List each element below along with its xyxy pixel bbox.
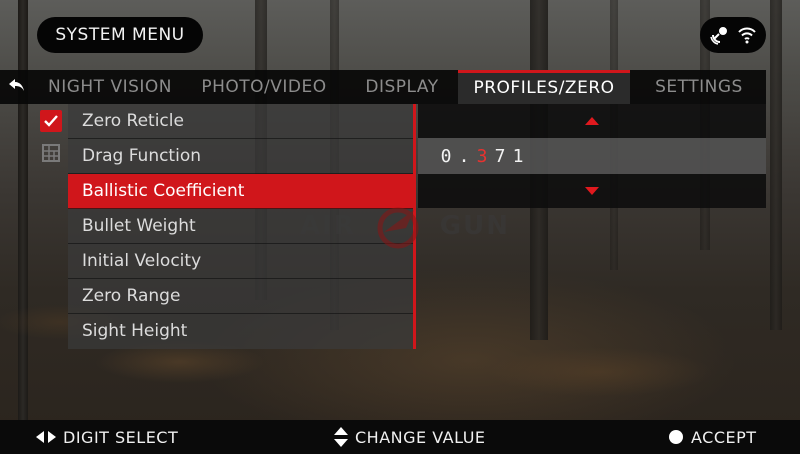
value-digit[interactable]: 7 xyxy=(492,146,508,167)
menu-item-drag-function[interactable]: Drag Function xyxy=(68,139,413,174)
grid-icon xyxy=(42,144,60,166)
tab-bar: NIGHT VISION PHOTO/VIDEO DISPLAY PROFILE… xyxy=(0,70,766,104)
hint-digit-select-label: DIGIT SELECT xyxy=(63,427,179,447)
menu-item-ballistic-coefficient[interactable]: Ballistic Coefficient xyxy=(68,174,413,209)
value-decimal-point: . xyxy=(458,145,470,167)
arrow-down-icon xyxy=(585,187,599,195)
tab-photo-video[interactable]: PHOTO/VIDEO xyxy=(190,70,338,104)
value-digit[interactable]: 0 xyxy=(438,146,454,167)
menu-item-initial-velocity[interactable]: Initial Velocity xyxy=(68,244,413,279)
value-editor: 0 . 3 7 1 xyxy=(418,104,766,208)
hint-digit-select: DIGIT SELECT xyxy=(36,420,178,454)
menu-item-zero-reticle[interactable]: Zero Reticle xyxy=(68,104,413,139)
left-right-arrows-icon xyxy=(36,431,56,443)
arrow-up-icon xyxy=(585,117,599,125)
side-icon-column xyxy=(34,104,68,172)
decrement-button[interactable] xyxy=(418,174,766,208)
value-digit-active[interactable]: 3 xyxy=(474,146,490,167)
back-arrow-icon xyxy=(8,77,26,97)
watermark: AIR GUN xyxy=(300,205,510,249)
tab-night-vision[interactable]: NIGHT VISION xyxy=(36,70,184,104)
wifi-icon xyxy=(737,26,757,44)
hint-accept: ACCEPT xyxy=(668,420,757,454)
checkbox-icon xyxy=(40,110,62,132)
value-digit[interactable]: 1 xyxy=(510,146,526,167)
hint-accept-label: ACCEPT xyxy=(691,427,757,447)
watermark-text-right: GUN xyxy=(439,211,510,241)
menu-item-sight-height[interactable]: Sight Height xyxy=(68,314,413,349)
satellite-icon xyxy=(709,25,730,45)
watermark-text-left: AIR xyxy=(300,211,356,241)
watermark-logo-icon xyxy=(377,207,419,249)
circle-button-icon xyxy=(668,429,684,445)
menu-item-zero-range[interactable]: Zero Range xyxy=(68,279,413,314)
up-down-arrows-icon xyxy=(334,427,348,447)
footer-hint-bar: DIGIT SELECT CHANGE VALUE ACCEPT xyxy=(0,420,800,454)
system-menu-title: SYSTEM MENU xyxy=(37,17,203,53)
hint-change-value: CHANGE VALUE xyxy=(334,420,486,454)
tab-profiles-zero[interactable]: PROFILES/ZERO xyxy=(458,70,630,104)
drag-function-indicator xyxy=(34,138,68,172)
value-display: 0 . 3 7 1 xyxy=(418,138,766,174)
device-screen: SYSTEM MENU NIGHT VISION PHOTO/VIDEO DIS… xyxy=(0,0,800,454)
tab-display[interactable]: DISPLAY xyxy=(348,70,456,104)
increment-button[interactable] xyxy=(418,104,766,138)
zero-reticle-toggle[interactable] xyxy=(34,104,68,138)
hint-change-value-label: CHANGE VALUE xyxy=(355,427,486,447)
status-indicators xyxy=(700,17,766,53)
back-button[interactable] xyxy=(0,70,34,104)
tab-settings[interactable]: SETTINGS xyxy=(634,70,764,104)
